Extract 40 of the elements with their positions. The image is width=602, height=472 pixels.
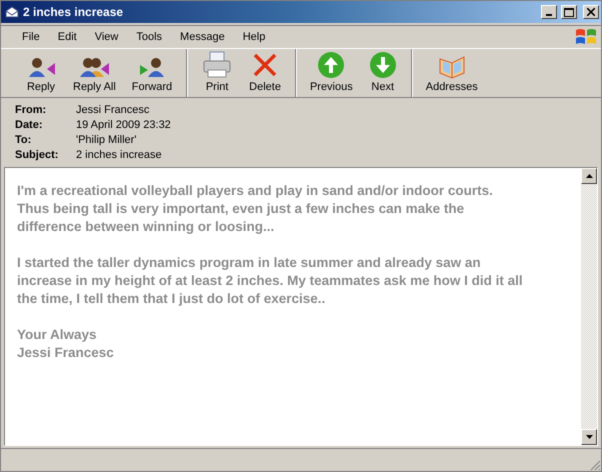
toolbar-button[interactable]: Delete <box>241 49 289 97</box>
menu-item[interactable]: File <box>13 29 49 45</box>
envelope-icon <box>5 6 19 18</box>
header-value: 2 inches increase <box>76 149 163 161</box>
window-title: 2 inches increase <box>23 5 124 19</box>
printer-icon <box>201 51 234 79</box>
maximize-button[interactable] <box>561 5 577 19</box>
header-value: Jessi Francesc <box>76 104 150 116</box>
windows-flag-icon <box>575 27 597 47</box>
toolbar-button[interactable]: Print <box>193 49 242 97</box>
scroll-down-button[interactable] <box>581 429 597 445</box>
scroll-up-button[interactable] <box>581 168 597 184</box>
toolbar-button[interactable]: Addresses <box>418 49 486 97</box>
close-button[interactable] <box>583 5 599 19</box>
toolbar-button[interactable]: Forward <box>124 49 180 97</box>
people-arrow-icon <box>78 55 110 79</box>
minimize-button[interactable] <box>541 5 557 19</box>
header-value: 'Philip Miller' <box>76 134 138 146</box>
toolbar-button[interactable]: Previous <box>302 49 361 97</box>
menu-item[interactable]: Edit <box>48 29 86 45</box>
menu-item[interactable]: Help <box>234 29 274 45</box>
maximize-icon <box>564 8 574 16</box>
body-paragraph: I'm a recreational volleyball players and play in sand and/or indoor courts. Thus being tall is very important, even just a few inches can make the difference between winning or loosing... <box>17 182 494 236</box>
toolbar-button[interactable]: Reply <box>17 49 65 97</box>
header-label: Subject: <box>15 149 60 161</box>
down-arrow-icon <box>586 435 592 439</box>
body-paragraph: Your Always Jessi Francesc <box>17 326 115 362</box>
header-value: 19 April 2009 23:32 <box>76 119 172 131</box>
header-label: From: <box>15 104 48 116</box>
up-arrow-icon <box>586 174 592 178</box>
body-paragraph: I started the taller dynamics program in late summer and already saw an increase in my height of at least 2 inches. My teammates ask me how I did it all the time, I tell them that I just do lot of exercise.. <box>17 254 524 308</box>
header-label: To: <box>15 134 32 146</box>
close-icon <box>587 8 595 16</box>
scrollbar[interactable] <box>581 168 597 445</box>
toolbar-button[interactable]: Next <box>360 49 405 97</box>
menu-item[interactable]: View <box>86 29 128 45</box>
header-label: Date: <box>15 119 44 131</box>
toolbar-button[interactable]: Reply All <box>65 49 124 97</box>
menu-item[interactable]: Message <box>171 29 234 45</box>
menu-item[interactable]: Tools <box>127 29 172 45</box>
